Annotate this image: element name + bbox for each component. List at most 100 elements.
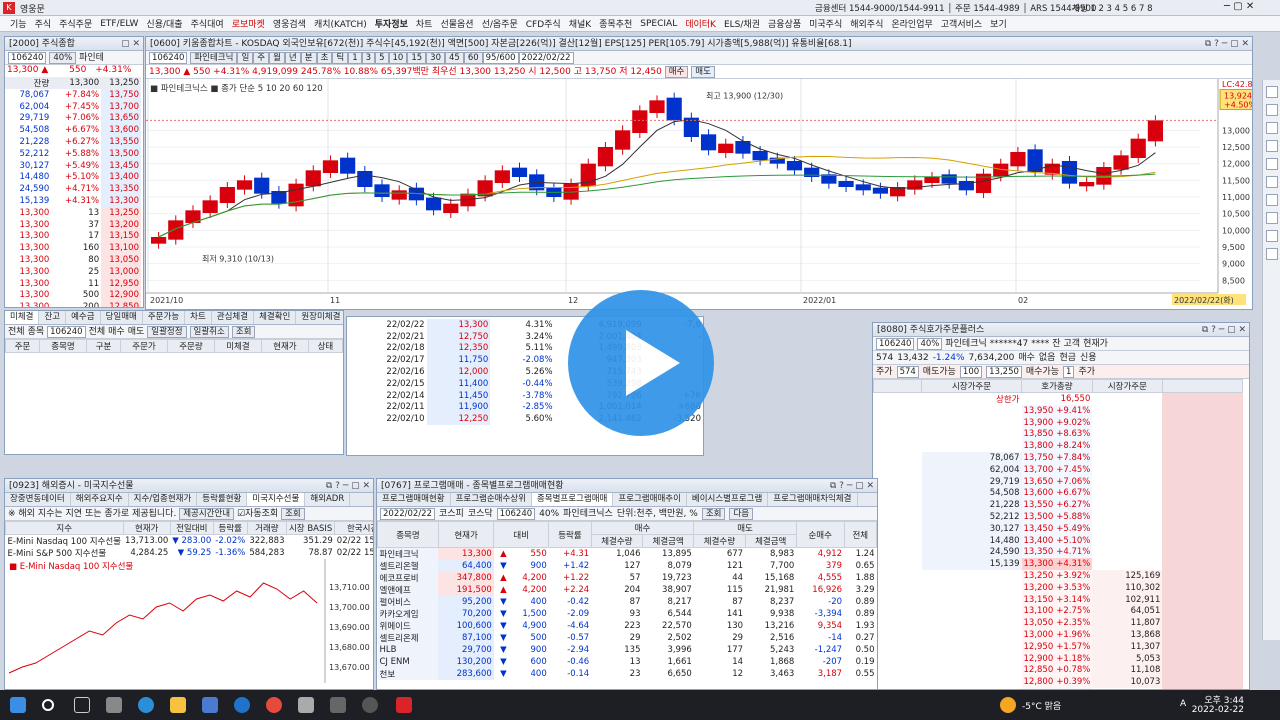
program-tab-1[interactable]: 프로그램순매수상위 <box>451 493 532 506</box>
ob-order-2[interactable]: 매도가능 <box>923 367 956 377</box>
menu-item-19[interactable]: 금융상품 <box>764 17 805 30</box>
overseas-tab-5[interactable]: 해외ADR <box>305 493 351 506</box>
quote-code-input[interactable]: 106240 <box>8 51 47 64</box>
overseas-tab-3[interactable]: 등락률현황 <box>197 493 248 506</box>
menu-item-16[interactable]: SPECIAL <box>636 19 681 29</box>
program-tab-0[interactable]: 프로그램매매현황 <box>377 493 451 506</box>
chart-tool-8[interactable]: 1 <box>348 51 362 64</box>
orders-tab-6[interactable]: 관심체결 <box>212 311 255 324</box>
program-filter-5[interactable]: 파인테크닉스 <box>563 509 613 519</box>
menu-item-13[interactable]: CFD주식 <box>522 17 565 30</box>
ob-top-2[interactable]: 파인테크닉 <box>945 339 986 349</box>
ob-price[interactable]: 13,650 +7.06% <box>1021 475 1093 488</box>
orders-filter-7[interactable]: 일괄취소 <box>189 325 229 338</box>
menu-item-8[interactable]: 캐치(KATCH) <box>310 17 371 30</box>
menu-item-10[interactable]: 차트 <box>412 17 437 30</box>
ob-price[interactable]: 13,100 +2.75% <box>1021 605 1093 618</box>
ob-price[interactable]: 12,900 +1.18% <box>1021 652 1093 665</box>
program-cell[interactable]: 셀트리온헬 <box>377 560 439 572</box>
ob-order-3[interactable]: 100 <box>959 365 983 378</box>
ob-order-4[interactable]: 13,250 <box>986 365 1022 378</box>
chart-tool-13[interactable]: 30 <box>426 51 445 64</box>
menu-item-6[interactable]: 로보마켓 <box>228 17 269 30</box>
ob-order-5[interactable]: 매수가능 <box>1026 367 1059 377</box>
orders-tab-2[interactable]: 예수금 <box>66 311 101 324</box>
chart-tool-14[interactable]: 45 <box>444 51 464 64</box>
menu-item-22[interactable]: 온라인업무 <box>887 17 936 30</box>
chart-tool-11[interactable]: 10 <box>388 51 408 64</box>
chart-tool-6[interactable]: 초 <box>316 51 333 64</box>
ob-price[interactable]: 13,750 +7.84% <box>1021 452 1093 464</box>
ob-price[interactable]: 13,350 +4.71% <box>1021 546 1093 559</box>
nasdaq-futures-chart[interactable]: ■ E-Mini Nasdaq 100 지수선물 13,710.00 13,700.… <box>5 559 373 683</box>
orders-tab-3[interactable]: 당일매매 <box>101 311 143 324</box>
app-icon-4[interactable] <box>362 697 378 713</box>
ob-price[interactable]: 13,850 +8.63% <box>1021 428 1093 441</box>
ob-price[interactable]: 12,800 +0.39% <box>1021 676 1093 689</box>
ob-price[interactable]: 12,850 +0.78% <box>1021 664 1093 677</box>
program-filter-0[interactable]: 2022/02/22 <box>380 507 435 520</box>
program-tab-2[interactable]: 종목별프로그램매매 <box>531 493 614 506</box>
app-icon-2[interactable] <box>298 697 314 713</box>
menu-item-18[interactable]: ELS/채권 <box>720 17 764 30</box>
auto-refresh-checkbox[interactable]: ☑자동조회 <box>237 509 278 519</box>
ob-order-7[interactable]: 주가 <box>1078 367 1095 377</box>
menu-item-1[interactable]: 주식 <box>31 17 56 30</box>
window-controls[interactable]: ─ ▢ ✕ <box>1224 1 1254 12</box>
chart-tool-5[interactable]: 분 <box>300 51 317 64</box>
screen-numbers[interactable]: 채팅 1 2 3 4 5 6 7 8 <box>1072 2 1153 14</box>
program-cell[interactable]: 천보 <box>377 667 439 680</box>
chart-date-input[interactable]: 2022/02/22 <box>518 51 574 64</box>
program-tab-5[interactable]: 프로그램매매차익체결 <box>768 493 858 506</box>
menu-item-14[interactable]: 채널K <box>565 17 595 30</box>
edge-icon[interactable] <box>138 697 154 713</box>
ob-order-0[interactable]: 주가 <box>876 367 893 377</box>
chart-period-input[interactable]: 95/600 <box>482 51 519 64</box>
orders-tab-5[interactable]: 차트 <box>185 311 212 324</box>
orders-filter-2[interactable]: 106240 <box>47 325 86 338</box>
menu-item-21[interactable]: 해외주식 <box>846 17 887 30</box>
ob-price[interactable]: 12,950 +1.57% <box>1021 640 1093 653</box>
tool-icon-5[interactable] <box>1266 158 1278 170</box>
ob-price[interactable]: 13,900 +9.02% <box>1021 416 1093 429</box>
ob-price[interactable]: 13,500 +5.88% <box>1021 511 1093 523</box>
clock-date[interactable]: 2022-02-22 <box>1190 705 1244 715</box>
kiwoom-app-icon[interactable] <box>396 697 412 713</box>
ob-price[interactable]: 13,300 +4.31% <box>1021 558 1093 571</box>
overseas-tab-4[interactable]: 미국지수선물 <box>247 493 306 506</box>
orders-tab-8[interactable]: 원장미체결 <box>296 311 343 324</box>
ob-price[interactable]: 13,000 +1.96% <box>1021 629 1093 641</box>
program-cell[interactable]: 펄어비스 <box>377 596 439 608</box>
orders-filter-5[interactable]: 매도 <box>128 327 145 337</box>
ob-order-1[interactable]: 574 <box>896 365 919 378</box>
ob-top-3[interactable]: ******47 <box>990 339 1028 349</box>
program-cell[interactable]: 셀트리온제 <box>377 632 439 644</box>
overseas-query-button[interactable]: 조회 <box>281 507 305 520</box>
app-icon-3[interactable] <box>330 697 346 713</box>
menu-item-7[interactable]: 영웅검색 <box>269 17 310 30</box>
menu-item-17[interactable]: 데이터K <box>681 17 720 30</box>
program-filter-3[interactable]: 106240 <box>496 507 536 520</box>
program-tab-4[interactable]: 베이시스별프로그램 <box>687 493 769 506</box>
menu-item-24[interactable]: 보기 <box>986 17 1011 30</box>
program-filter-1[interactable]: 코스피 <box>439 509 464 519</box>
ob-price[interactable]: 13,550 +6.27% <box>1021 499 1093 512</box>
menu-item-15[interactable]: 종목추천 <box>595 17 636 30</box>
menu-item-9[interactable]: 투자정보 <box>371 17 412 30</box>
tool-icon-8[interactable] <box>1266 212 1278 224</box>
play-button[interactable] <box>568 290 714 436</box>
tool-icon-9[interactable] <box>1266 230 1278 242</box>
ob-order-6[interactable]: 1 <box>1063 365 1075 378</box>
ob-price[interactable]: 13,250 +3.92% <box>1021 570 1093 582</box>
ob-price[interactable]: 13,600 +6.67% <box>1021 487 1093 500</box>
menu-item-11[interactable]: 선물옵션 <box>436 17 477 30</box>
buy-button[interactable]: 매수 <box>664 65 689 78</box>
chart-code-input[interactable]: 106240 <box>149 51 188 64</box>
chart-tool-10[interactable]: 5 <box>375 51 389 64</box>
overseas-tab-1[interactable]: 해외주요지수 <box>71 493 129 506</box>
chart-tool-7[interactable]: 틱 <box>332 51 349 64</box>
ob-top-7[interactable]: 현재가 <box>1083 339 1108 349</box>
program-cell[interactable]: 파인테크닉 <box>377 547 439 560</box>
orders-filter-6[interactable]: 일괄정정 <box>147 325 187 338</box>
mail-icon[interactable] <box>202 697 218 713</box>
